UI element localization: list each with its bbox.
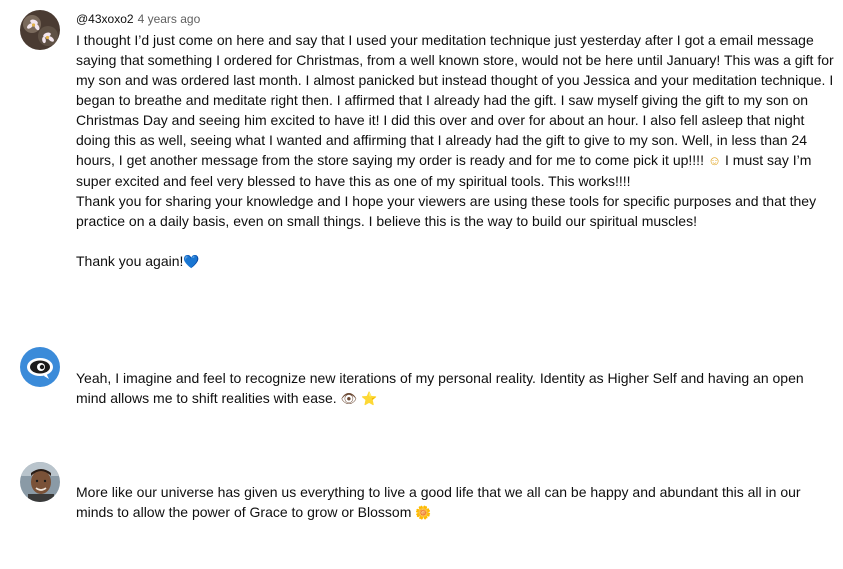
avatar-portrait-icon (20, 462, 60, 502)
star-icon: ⭐ (360, 391, 378, 406)
eye-icon: 👁 (340, 391, 358, 406)
avatar[interactable] (20, 10, 60, 50)
avatar-ram-emblem-icon (20, 347, 60, 387)
blossom-icon: 🌼 (415, 505, 432, 520)
avatar-flowers-icon (20, 10, 60, 50)
avatar[interactable] (20, 462, 60, 502)
smiling-face-icon: ☺ (707, 153, 722, 168)
blue-heart-icon: 💙 (183, 254, 200, 269)
comment-timestamp[interactable]: 4 years ago (138, 12, 201, 26)
avatar[interactable] (20, 347, 60, 387)
comment-paragraph: Thank you for sharing your knowledge and… (76, 193, 817, 229)
comment-text: Yeah, I imagine and feel to recognize ne… (76, 368, 836, 409)
comment-header: @43xoxo2 4 years ago (76, 10, 200, 28)
author-name[interactable]: @43xoxo2 (76, 12, 134, 26)
comment-text: More like our universe has given us ever… (76, 482, 836, 523)
comment-paragraph: Yeah, I imagine and feel to recognize ne… (76, 370, 804, 406)
comment-paragraph: I thought I’d just come on here and say … (76, 32, 834, 168)
comment-paragraph: More like our universe has given us ever… (76, 484, 801, 520)
comment-text: I thought I’d just come on here and say … (76, 30, 836, 272)
comment-paragraph: Thank you again! (76, 253, 184, 269)
